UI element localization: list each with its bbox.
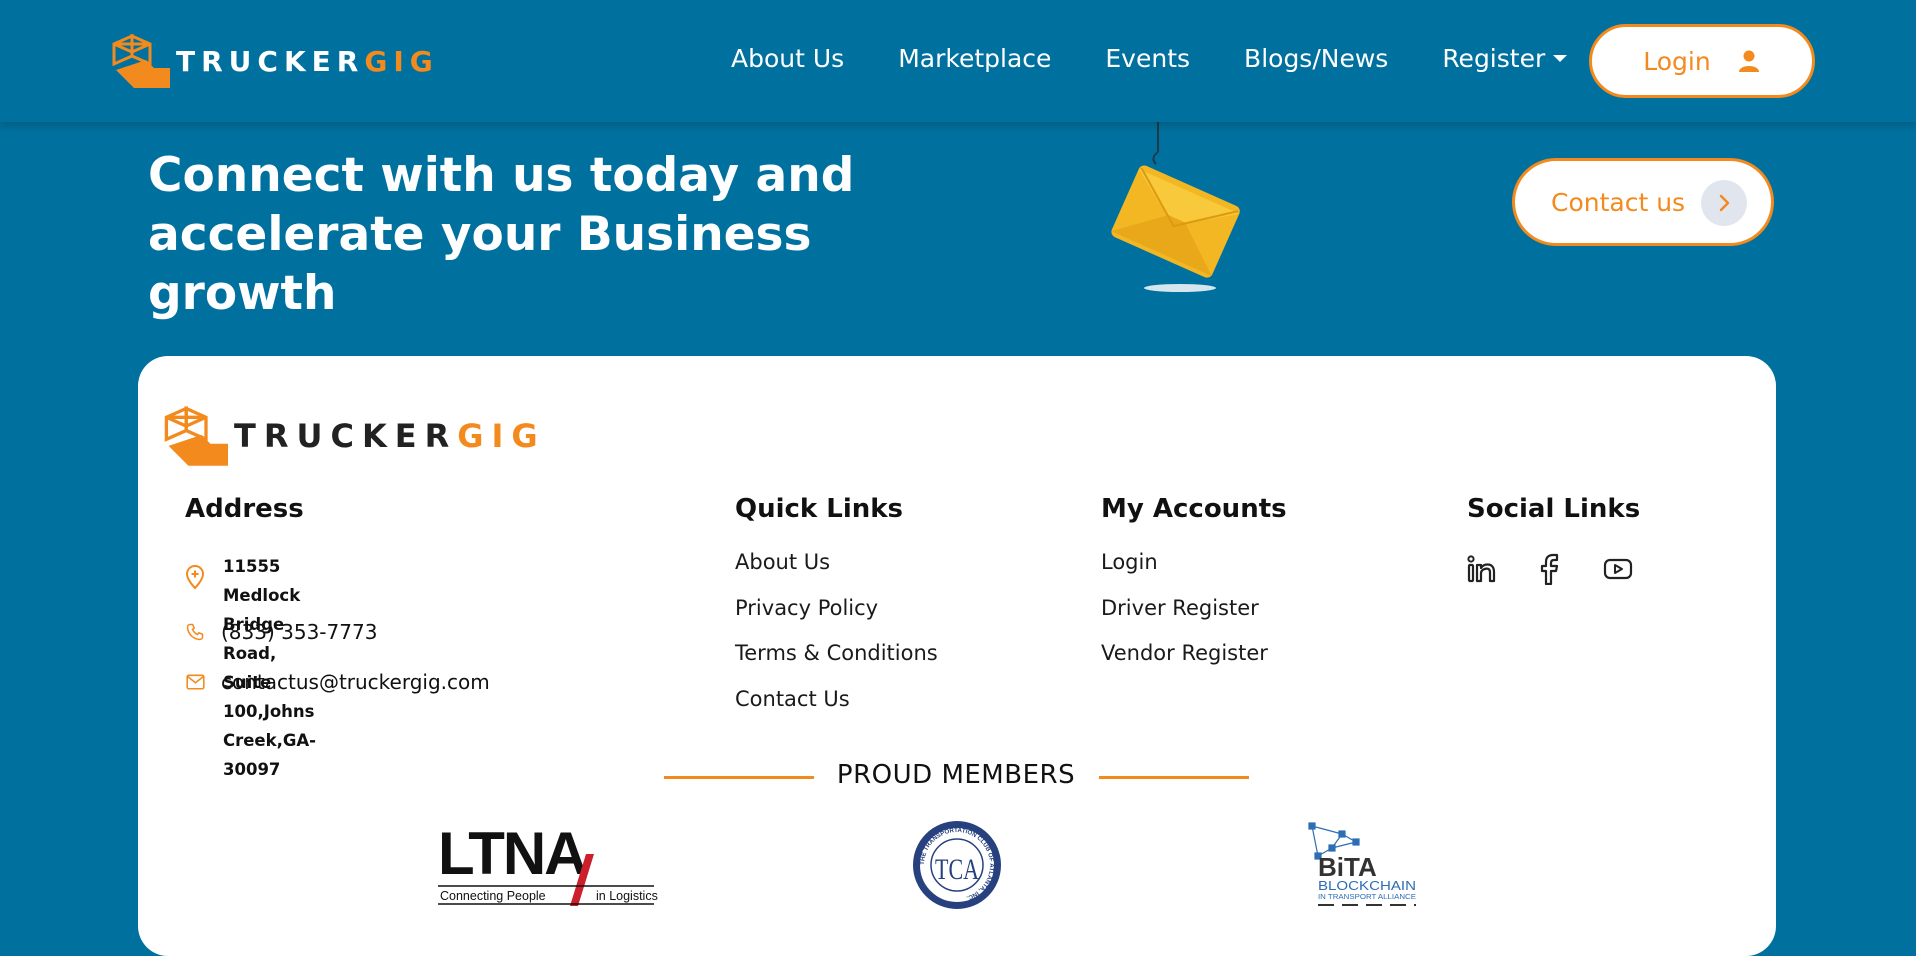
box-arrow-logo-icon bbox=[164, 405, 228, 466]
footer-link-driver-register[interactable]: Driver Register bbox=[1101, 596, 1259, 620]
chevron-right-icon bbox=[1701, 180, 1747, 226]
footer-link-vendor-register[interactable]: Vendor Register bbox=[1101, 641, 1268, 665]
main-nav: About Us Marketplace Events Blogs/News R… bbox=[731, 44, 1621, 73]
linkedin-icon[interactable] bbox=[1467, 554, 1497, 584]
youtube-icon[interactable] bbox=[1603, 554, 1633, 584]
facebook-icon[interactable] bbox=[1535, 553, 1565, 585]
nav-register-dropdown[interactable]: Register bbox=[1442, 44, 1568, 73]
svg-text:IN TRANSPORT ALLIANCE: IN TRANSPORT ALLIANCE bbox=[1318, 894, 1416, 901]
contact-us-button[interactable]: Contact us bbox=[1512, 158, 1774, 246]
nav-register-label: Register bbox=[1442, 44, 1546, 73]
my-accounts-title: My Accounts bbox=[1101, 494, 1287, 524]
envelope-illustration bbox=[1111, 120, 1240, 292]
footer-link-about-us[interactable]: About Us bbox=[735, 550, 830, 574]
nav-blogs-news[interactable]: Blogs/News bbox=[1244, 44, 1388, 73]
footer-link-terms-conditions[interactable]: Terms & Conditions bbox=[735, 641, 938, 665]
caret-down-icon bbox=[1553, 55, 1568, 62]
address-line1: 11555 Medlock Bridge Road, bbox=[223, 557, 301, 663]
hero-title-line1: Connect with us today and bbox=[148, 148, 855, 203]
nav-marketplace[interactable]: Marketplace bbox=[898, 44, 1051, 73]
hero-title-line2: accelerate your Business growth bbox=[148, 207, 812, 321]
top-navigation-bar: TRUCKERGIG About Us Marketplace Events B… bbox=[0, 0, 1916, 122]
proud-members-title: PROUD MEMBERS bbox=[836, 760, 1076, 790]
footer-link-privacy-policy[interactable]: Privacy Policy bbox=[735, 596, 878, 620]
footer-logo-wordmark: TRUCKERGIG bbox=[234, 417, 546, 455]
nav-about-us[interactable]: About Us bbox=[731, 44, 844, 73]
svg-text:BLOCKCHAIN: BLOCKCHAIN bbox=[1318, 878, 1416, 893]
box-arrow-logo-icon bbox=[112, 33, 170, 88]
location-pin-icon bbox=[185, 564, 205, 590]
transportation-club-atlanta-seal[interactable]: THE TRANSPORTATION CLUB OF ATLANTA, INC.… bbox=[911, 819, 1003, 911]
ltna-member-logo[interactable]: LTNA Connecting People in Logistics bbox=[438, 824, 658, 910]
user-icon bbox=[1738, 50, 1759, 72]
svg-text:Connecting People: Connecting People bbox=[440, 889, 546, 903]
address-title: Address bbox=[185, 494, 304, 524]
truckergig-logo[interactable]: TRUCKERGIG bbox=[110, 32, 439, 90]
social-links-title: Social Links bbox=[1467, 494, 1641, 524]
login-button[interactable]: Login bbox=[1589, 24, 1815, 98]
login-button-label: Login bbox=[1643, 46, 1711, 76]
nav-events[interactable]: Events bbox=[1105, 44, 1190, 73]
phone-number: (833) 353-7773 bbox=[221, 620, 378, 644]
footer-link-contact-us[interactable]: Contact Us bbox=[735, 687, 850, 711]
footer-link-login[interactable]: Login bbox=[1101, 550, 1158, 574]
hero-title: Connect with us today and accelerate you… bbox=[148, 146, 908, 323]
svg-text:TCA: TCA bbox=[935, 853, 979, 886]
quick-links-title: Quick Links bbox=[735, 494, 904, 524]
svg-text:LTNA: LTNA bbox=[438, 824, 586, 887]
email-address: contactus@truckergig.com bbox=[221, 670, 490, 694]
mail-icon bbox=[185, 674, 205, 690]
footer-card: TRUCKERGIG Address 11555 Medlock Bridge … bbox=[138, 356, 1776, 956]
address-row: 11555 Medlock Bridge Road, Suite 100,Joh… bbox=[185, 552, 322, 784]
social-icons bbox=[1467, 553, 1671, 585]
svg-text:in Logistics: in Logistics bbox=[596, 889, 658, 903]
phone-icon bbox=[185, 623, 205, 641]
phone-row[interactable]: (833) 353-7773 bbox=[185, 620, 377, 644]
address-text: 11555 Medlock Bridge Road, Suite 100,Joh… bbox=[223, 552, 322, 784]
contact-us-label: Contact us bbox=[1551, 187, 1686, 217]
bita-member-logo[interactable]: BiTA BLOCKCHAIN IN TRANSPORT ALLIANCE bbox=[1308, 822, 1420, 908]
members-divider-right bbox=[1099, 776, 1249, 779]
footer-truckergig-logo[interactable]: TRUCKERGIG bbox=[162, 404, 546, 468]
logo-wordmark: TRUCKERGIG bbox=[176, 44, 439, 78]
email-row[interactable]: contactus@truckergig.com bbox=[185, 670, 490, 694]
